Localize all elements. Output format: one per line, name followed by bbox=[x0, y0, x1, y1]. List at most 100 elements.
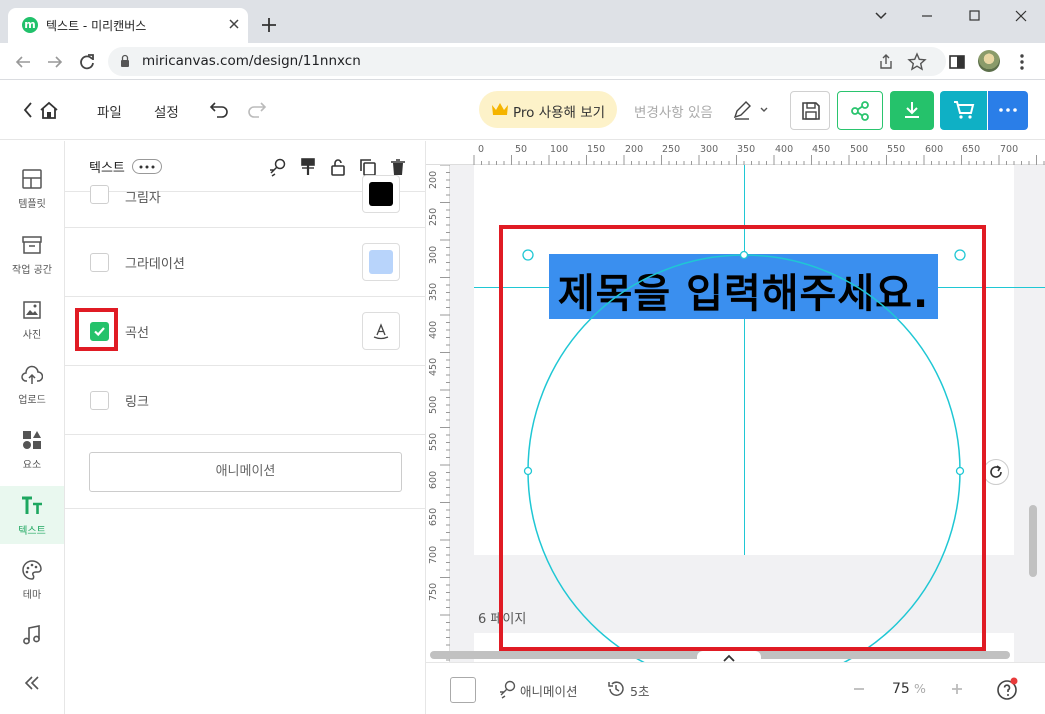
ruler-tick-label: 650 bbox=[428, 507, 439, 526]
crown-icon bbox=[492, 103, 508, 115]
link-checkbox[interactable] bbox=[90, 391, 109, 410]
share-button[interactable] bbox=[837, 91, 883, 130]
ruler-tick-label: 600 bbox=[925, 144, 944, 155]
more-button[interactable] bbox=[988, 91, 1028, 130]
ruler-tick-label: 450 bbox=[428, 357, 439, 376]
zoom-out-icon[interactable] bbox=[852, 682, 866, 696]
duplicate-icon[interactable] bbox=[358, 157, 378, 177]
gradient-color-button[interactable] bbox=[362, 243, 400, 281]
sidebar-item-label: 텍스트 bbox=[18, 526, 46, 537]
undo-icon[interactable] bbox=[208, 98, 230, 120]
ruler-horizontal: 0 50 100 150 200 250 300 350 400 450 500… bbox=[426, 141, 1045, 165]
address-bar: miricanvas.com/design/11nnxcn bbox=[0, 43, 1045, 80]
sidebar-item-upload[interactable]: 업로드 bbox=[0, 364, 64, 422]
lock-icon bbox=[121, 54, 129, 67]
text-tt-icon bbox=[22, 496, 42, 514]
profile-avatar[interactable] bbox=[978, 50, 1000, 72]
close-window-icon[interactable] bbox=[1006, 4, 1036, 28]
cart-button[interactable] bbox=[940, 91, 987, 130]
ruler-tick-label: 50 bbox=[515, 144, 528, 155]
ruler-tick-label: 300 bbox=[428, 245, 439, 264]
share-nodes-icon bbox=[851, 101, 869, 121]
unlock-icon[interactable] bbox=[328, 157, 348, 177]
page-list-toggle[interactable] bbox=[697, 651, 761, 662]
sidebar-item-label: 테마 bbox=[22, 590, 42, 601]
animation-label[interactable]: 애니메이션 bbox=[520, 681, 578, 700]
redo-icon[interactable] bbox=[246, 98, 268, 120]
sidebar-item-elements[interactable]: 요소 bbox=[0, 429, 64, 487]
sidebar-item-theme[interactable]: 테마 bbox=[0, 559, 64, 617]
sidebar-item-text[interactable]: 텍스트 bbox=[0, 486, 64, 544]
curve-settings-button[interactable] bbox=[362, 312, 400, 350]
forward-arrow-icon[interactable] bbox=[44, 51, 66, 73]
trash-icon[interactable] bbox=[388, 157, 408, 177]
settings-menu[interactable]: 설정 bbox=[154, 101, 179, 121]
browser-menu-icon[interactable] bbox=[1011, 51, 1033, 73]
animation-effect-icon[interactable] bbox=[268, 157, 288, 177]
browser-tab-bar: m 텍스트 - 미리캔버스 bbox=[0, 0, 1045, 43]
highlight-box-curved-text bbox=[499, 225, 986, 651]
highlight-box-curve-checkbox bbox=[75, 308, 118, 351]
autosave-time[interactable]: 5초 bbox=[630, 681, 649, 700]
sidebar-item-label: 업로드 bbox=[18, 395, 46, 406]
ruler-tick-label: 550 bbox=[887, 144, 906, 155]
back-arrow-icon[interactable] bbox=[12, 51, 34, 73]
panel-more-button[interactable] bbox=[132, 159, 162, 174]
shadow-label: 그림자 bbox=[125, 191, 161, 206]
shadow-color-button[interactable] bbox=[362, 175, 400, 213]
ruler-tick-label: 150 bbox=[587, 144, 606, 155]
save-button[interactable] bbox=[790, 91, 830, 130]
ruler-tick-label: 200 bbox=[428, 170, 439, 189]
zoom-unit: % bbox=[914, 681, 926, 696]
curve-label: 곡선 bbox=[125, 326, 149, 341]
shadow-checkbox[interactable] bbox=[90, 185, 109, 204]
download-icon bbox=[905, 102, 919, 118]
sidebar-item-template[interactable]: 템플릿 bbox=[0, 168, 64, 226]
animation-button[interactable]: 애니메이션 bbox=[89, 452, 402, 492]
sidebar-item-label: 사진 bbox=[22, 330, 42, 341]
sidebar-item-photo[interactable]: 사진 bbox=[0, 299, 64, 357]
help-icon[interactable] bbox=[996, 677, 1020, 701]
gradient-checkbox[interactable] bbox=[90, 253, 109, 272]
tab-title: 텍스트 - 미리캔버스 bbox=[46, 19, 147, 33]
page-thumbnail-button[interactable] bbox=[450, 677, 476, 703]
maximize-icon[interactable] bbox=[959, 4, 989, 28]
sidebar-item-label: 작업 공간 bbox=[12, 265, 52, 276]
bookmark-star-icon[interactable] bbox=[906, 51, 928, 73]
browser-tab[interactable]: m 텍스트 - 미리캔버스 bbox=[8, 8, 248, 43]
miricanvas-favicon-icon: m bbox=[22, 17, 38, 33]
zoom-in-icon[interactable] bbox=[950, 682, 964, 696]
collapse-sidebar-icon[interactable] bbox=[21, 672, 43, 694]
ruler-tick-label: 750 bbox=[428, 582, 439, 601]
pro-trial-button[interactable]: Pro 사용해 보기 bbox=[479, 91, 617, 128]
ruler-tick-label: 450 bbox=[812, 144, 831, 155]
file-menu[interactable]: 파일 bbox=[97, 101, 122, 121]
reload-icon[interactable] bbox=[76, 51, 98, 73]
ruler-tick-label: 500 bbox=[850, 144, 869, 155]
sidebar-item-workspace[interactable]: 작업 공간 bbox=[0, 234, 64, 292]
side-panel-icon[interactable] bbox=[946, 51, 968, 73]
ellipsis-icon bbox=[139, 165, 155, 169]
download-button[interactable] bbox=[890, 91, 934, 130]
paint-roller-icon[interactable] bbox=[298, 157, 318, 177]
curve-text-icon bbox=[373, 323, 389, 340]
ruler-tick-label: 250 bbox=[428, 207, 439, 226]
minimize-icon[interactable] bbox=[912, 4, 942, 28]
sidebar-item-label: 템플릿 bbox=[18, 199, 46, 210]
close-tab-icon[interactable] bbox=[226, 16, 242, 32]
ruler-tick-label: 650 bbox=[962, 144, 981, 155]
ruler-tick-label: 600 bbox=[428, 470, 439, 489]
url-field[interactable]: miricanvas.com/design/11nnxcn bbox=[108, 47, 946, 76]
music-note-icon bbox=[23, 625, 40, 645]
rotate-button[interactable] bbox=[983, 459, 1009, 485]
home-icon[interactable] bbox=[22, 99, 62, 121]
zoom-value[interactable]: 75 bbox=[892, 681, 910, 697]
edit-pen-dropdown-icon[interactable] bbox=[731, 99, 771, 121]
share-page-icon[interactable] bbox=[875, 51, 897, 73]
new-tab-icon[interactable] bbox=[258, 14, 280, 36]
vertical-scrollbar[interactable] bbox=[1029, 505, 1037, 577]
gradient-label: 그라데이션 bbox=[125, 257, 185, 272]
text-properties-panel: 텍스트 그림자 그라데이션 곡선 링크 애니메이션 bbox=[65, 141, 426, 714]
history-clock-icon bbox=[608, 681, 624, 696]
tab-search-chevron-icon[interactable] bbox=[866, 4, 896, 28]
